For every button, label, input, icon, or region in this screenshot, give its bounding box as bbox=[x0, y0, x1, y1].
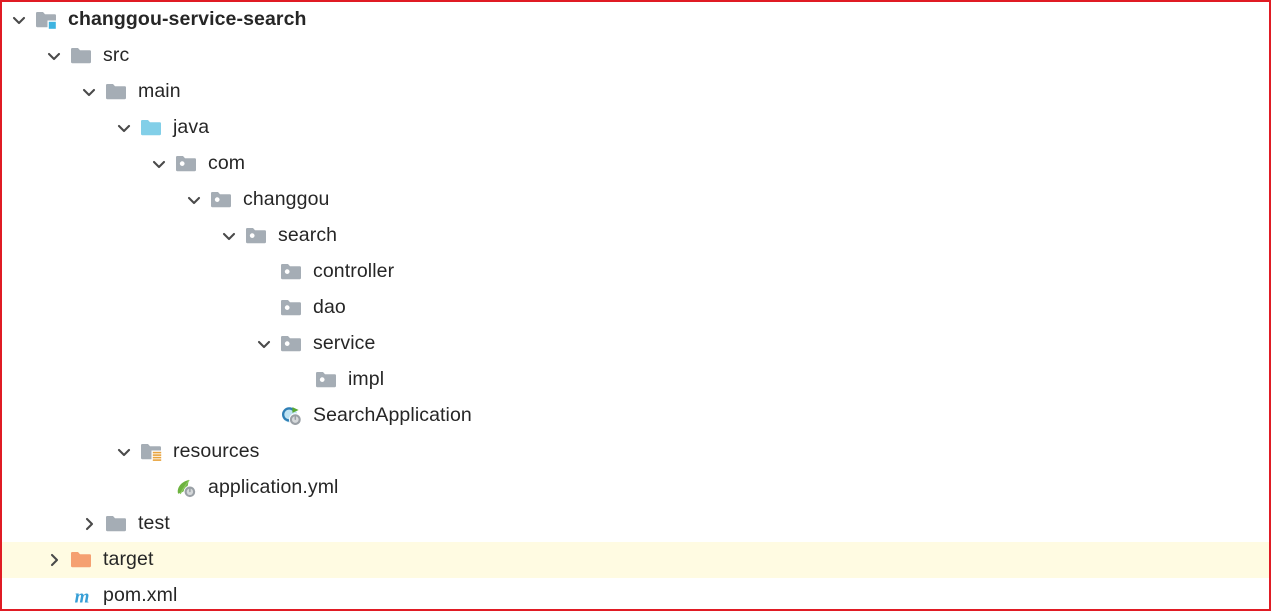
tree-row-label: dao bbox=[313, 296, 346, 319]
package-icon bbox=[209, 187, 235, 213]
tree-row-main[interactable]: main bbox=[2, 74, 1269, 110]
module-folder-icon bbox=[34, 7, 60, 33]
twisty-placeholder bbox=[41, 583, 67, 609]
tree-row-label: search bbox=[278, 224, 338, 247]
tree-row-application-yml[interactable]: application.yml bbox=[2, 470, 1269, 506]
folder-icon bbox=[104, 511, 130, 537]
tree-row-label: changgou-service-search bbox=[68, 8, 307, 31]
chevron-down-icon[interactable] bbox=[146, 151, 172, 177]
twisty-placeholder bbox=[286, 367, 312, 393]
excluded-folder-icon bbox=[69, 547, 95, 573]
tree-indent-spacer bbox=[2, 200, 181, 201]
tree-indent-spacer bbox=[2, 380, 286, 381]
tree-row-src[interactable]: src bbox=[2, 38, 1269, 74]
tree-row-label: controller bbox=[313, 260, 395, 283]
package-icon bbox=[279, 295, 305, 321]
tree-row-dao[interactable]: dao bbox=[2, 290, 1269, 326]
chevron-down-icon[interactable] bbox=[181, 187, 207, 213]
spring-config-yml-icon bbox=[174, 475, 200, 501]
tree-row-label: application.yml bbox=[208, 476, 339, 499]
tree-row-label: SearchApplication bbox=[313, 404, 472, 427]
maven-pom-icon: m bbox=[69, 583, 95, 609]
chevron-down-icon[interactable] bbox=[216, 223, 242, 249]
tree-indent-spacer bbox=[2, 488, 146, 489]
tree-row-target[interactable]: target bbox=[2, 542, 1269, 578]
svg-text:m: m bbox=[75, 587, 90, 608]
twisty-placeholder bbox=[146, 475, 172, 501]
folder-icon bbox=[69, 43, 95, 69]
package-icon bbox=[244, 223, 270, 249]
tree-indent-spacer bbox=[2, 416, 251, 417]
project-tree-window: changgou-service-search src main java com cha… bbox=[0, 0, 1271, 611]
tree-row-label: resources bbox=[173, 440, 260, 463]
chevron-down-icon[interactable] bbox=[41, 43, 67, 69]
tree-row-changgou-service-search[interactable]: changgou-service-search bbox=[2, 2, 1269, 38]
tree-row-label: com bbox=[208, 152, 246, 175]
tree-indent-spacer bbox=[2, 56, 41, 57]
tree-row-search[interactable]: search bbox=[2, 218, 1269, 254]
project-file-tree[interactable]: changgou-service-search src main java com cha… bbox=[2, 2, 1269, 609]
chevron-right-icon[interactable] bbox=[41, 547, 67, 573]
chevron-down-icon[interactable] bbox=[111, 439, 137, 465]
tree-indent-spacer bbox=[2, 524, 76, 525]
tree-indent-spacer bbox=[2, 344, 251, 345]
twisty-placeholder bbox=[251, 295, 277, 321]
package-icon bbox=[279, 331, 305, 357]
tree-row-controller[interactable]: controller bbox=[2, 254, 1269, 290]
tree-row-changgou[interactable]: changgou bbox=[2, 182, 1269, 218]
tree-row-impl[interactable]: impl bbox=[2, 362, 1269, 398]
tree-indent-spacer bbox=[2, 272, 251, 273]
tree-indent-spacer bbox=[2, 164, 146, 165]
chevron-down-icon[interactable] bbox=[111, 115, 137, 141]
tree-indent-spacer bbox=[2, 236, 216, 237]
tree-row-label: impl bbox=[348, 368, 385, 391]
package-icon bbox=[174, 151, 200, 177]
twisty-placeholder bbox=[251, 403, 277, 429]
source-root-folder-icon bbox=[139, 115, 165, 141]
chevron-down-icon[interactable] bbox=[6, 7, 32, 33]
tree-indent-spacer bbox=[2, 452, 111, 453]
tree-indent-spacer bbox=[2, 560, 41, 561]
tree-row-com[interactable]: com bbox=[2, 146, 1269, 182]
spring-boot-class-icon bbox=[279, 403, 305, 429]
tree-row-label: service bbox=[313, 332, 376, 355]
twisty-placeholder bbox=[251, 259, 277, 285]
tree-row-java[interactable]: java bbox=[2, 110, 1269, 146]
package-icon bbox=[314, 367, 340, 393]
tree-row-label: main bbox=[138, 80, 181, 103]
tree-indent-spacer bbox=[2, 596, 41, 597]
tree-row-service[interactable]: service bbox=[2, 326, 1269, 362]
tree-row-resources[interactable]: resources bbox=[2, 434, 1269, 470]
tree-row-label: target bbox=[103, 548, 154, 571]
tree-row-label: changgou bbox=[243, 188, 330, 211]
tree-row-test[interactable]: test bbox=[2, 506, 1269, 542]
tree-row-label: src bbox=[103, 44, 130, 67]
tree-indent-spacer bbox=[2, 308, 251, 309]
tree-indent-spacer bbox=[2, 128, 111, 129]
tree-row-label: java bbox=[173, 116, 210, 139]
tree-indent-spacer bbox=[2, 92, 76, 93]
folder-icon bbox=[104, 79, 130, 105]
tree-row-pom-xml[interactable]: m pom.xml bbox=[2, 578, 1269, 609]
tree-row-searchapplication[interactable]: SearchApplication bbox=[2, 398, 1269, 434]
resources-root-folder-icon bbox=[139, 439, 165, 465]
package-icon bbox=[279, 259, 305, 285]
tree-row-label: test bbox=[138, 512, 170, 535]
chevron-down-icon[interactable] bbox=[76, 79, 102, 105]
chevron-right-icon[interactable] bbox=[76, 511, 102, 537]
chevron-down-icon[interactable] bbox=[251, 331, 277, 357]
tree-row-label: pom.xml bbox=[103, 584, 178, 607]
